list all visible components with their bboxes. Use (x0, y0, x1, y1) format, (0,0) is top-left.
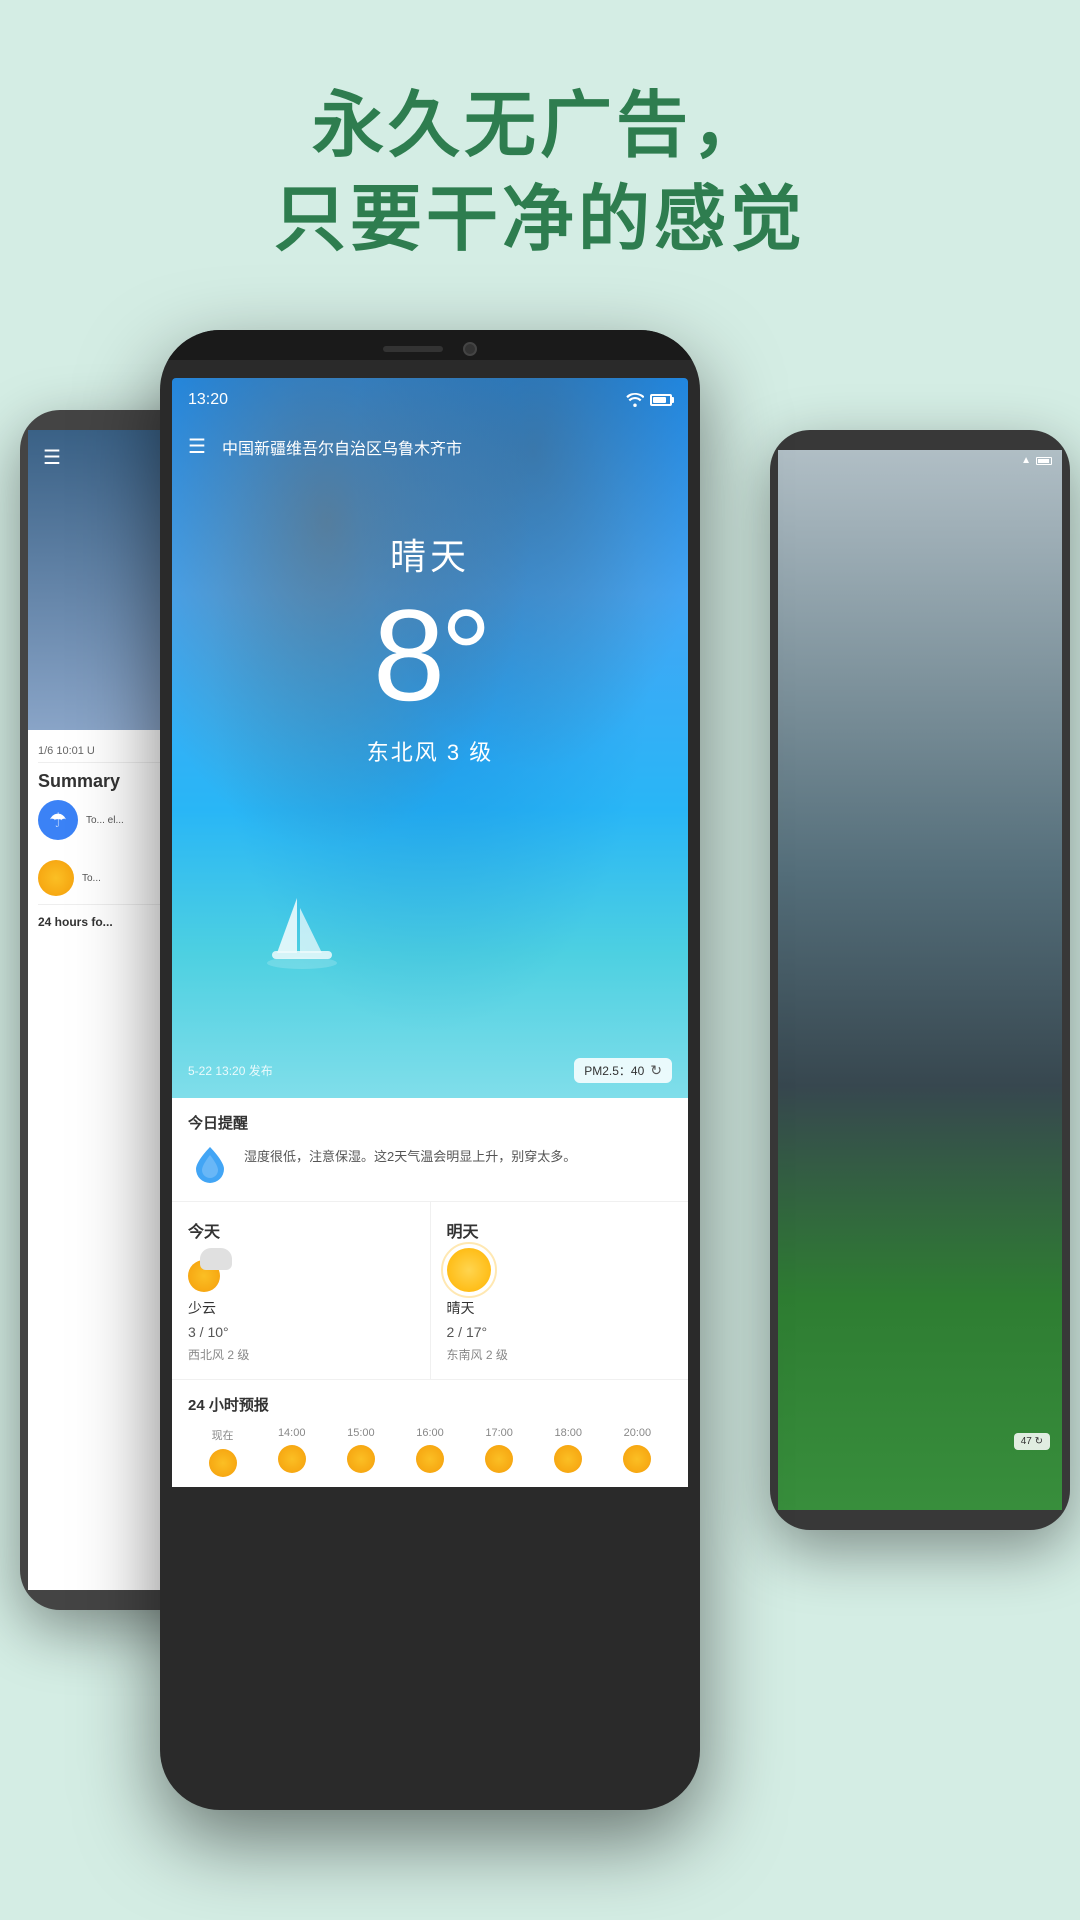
hour-17: 17:00 (465, 1427, 534, 1477)
tomorrow-condition: 晴天 (447, 1298, 475, 1318)
forecast-row: 今天 少云 3 / 10° 西北风 2 级 明天 晴天 (172, 1202, 688, 1380)
hour-icon-now (209, 1449, 237, 1477)
hour-icon-17 (485, 1445, 513, 1473)
publish-time: 5-22 13:20 发布 (188, 1062, 273, 1079)
hours-row: 现在 14:00 15:00 16:00 (188, 1427, 672, 1477)
weather-temperature: 8° (172, 590, 688, 720)
hour-18: 18:00 (534, 1427, 603, 1477)
hour-label-now: 现在 (212, 1427, 234, 1443)
today-condition: 少云 (188, 1298, 216, 1318)
reminder-text: 湿度很低，注意保湿。这2天气温会明显上升，别穿太多。 (244, 1143, 576, 1168)
reminder-title: 今日提醒 (188, 1112, 672, 1133)
phone-top-bar (160, 330, 700, 360)
pm-badge[interactable]: PM2.5：40 ↻ (574, 1058, 672, 1083)
sun-icon-small (38, 860, 74, 896)
hour-14: 14:00 (257, 1427, 326, 1477)
right-battery-icon (1036, 457, 1052, 465)
hero-title: 永久无广告， 只要干净的感觉 (0, 0, 1080, 267)
right-pm-value: 47 (1021, 1436, 1032, 1447)
battery-icon (650, 394, 672, 406)
weather-panel: 今日提醒 湿度很低，注意保湿。这2天气温会明显上升，别穿太多。 今天 (172, 1098, 688, 1487)
hero-line2: 只要干净的感觉 (0, 174, 1080, 268)
right-statusbar: ▲ (788, 455, 1052, 466)
hour-icon-16 (416, 1445, 444, 1473)
phone-right-bg (778, 450, 1062, 1510)
reminder-content: 湿度很低，注意保湿。这2天气温会明显上升，别穿太多。 (188, 1143, 672, 1187)
phone-right-screen: ▲ 47 ↻ (778, 450, 1062, 1510)
hour-icon-20 (623, 1445, 651, 1473)
forecast-today: 今天 少云 3 / 10° 西北风 2 级 (172, 1202, 431, 1379)
hour-label-16: 16:00 (416, 1427, 444, 1439)
hour-label-17: 17:00 (485, 1427, 513, 1439)
hours-forecast: 24 小时预报 现在 14:00 15:00 (172, 1380, 688, 1487)
hour-label-18: 18:00 (555, 1427, 583, 1439)
weather-condition: 晴天 (172, 528, 688, 580)
today-temp: 3 / 10° (188, 1324, 229, 1340)
wifi-icon (626, 393, 644, 407)
tomorrow-label: 明天 (447, 1218, 479, 1242)
pm-value: PM2.5：40 (584, 1062, 644, 1079)
partly-cloudy-icon (188, 1248, 232, 1292)
water-drop-icon (188, 1143, 232, 1187)
hamburger-menu-icon[interactable]: ☰ (188, 437, 206, 457)
speaker (383, 346, 443, 352)
weather-main: 晴天 8° 东北风 3 级 (172, 528, 688, 767)
phones-showcase: ☰ 1/6 1/6 10:01 U Summary ☂ To... el... … (0, 330, 1080, 1920)
weather-bg: 13:20 ☰ (172, 378, 688, 1098)
left-umbrella-text: To... el... (86, 815, 124, 826)
status-icons (626, 393, 672, 407)
right-refresh-icon: ↻ (1035, 1436, 1043, 1447)
hour-now: 现在 (188, 1427, 257, 1477)
weather-footer: 5-22 13:20 发布 PM2.5：40 ↻ (172, 1043, 688, 1098)
hero-line1: 永久无广告， (0, 80, 1080, 174)
refresh-icon: ↻ (650, 1062, 662, 1079)
today-wind: 西北风 2 级 (188, 1346, 249, 1363)
hour-icon-15 (347, 1445, 375, 1473)
hour-label-20: 20:00 (624, 1427, 652, 1439)
today-label: 今天 (188, 1218, 220, 1242)
status-bar: 13:20 (172, 378, 688, 422)
sun-icon-large (447, 1248, 491, 1292)
location-label: 中国新疆维吾尔自治区乌鲁木齐市 (222, 435, 462, 459)
left-menu-icon: ☰ (43, 445, 61, 470)
today-reminder: 今日提醒 湿度很低，注意保湿。这2天气温会明显上升，别穿太多。 (172, 1098, 688, 1202)
hours-title: 24 小时预报 (188, 1394, 672, 1415)
hour-label-14: 14:00 (278, 1427, 306, 1439)
tomorrow-wind: 东南风 2 级 (447, 1346, 508, 1363)
umbrella-icon: ☂ (38, 800, 78, 840)
forecast-tomorrow: 明天 晴天 2 / 17° 东南风 2 级 (431, 1202, 689, 1379)
hour-label-15: 15:00 (347, 1427, 375, 1439)
right-pm-badge: 47 ↻ (1014, 1433, 1050, 1450)
nav-bar: ☰ 中国新疆维吾尔自治区乌鲁木齐市 (172, 422, 688, 472)
weather-wind: 东北风 3 级 (172, 735, 688, 767)
hour-16: 16:00 (395, 1427, 464, 1477)
hour-15: 15:00 (326, 1427, 395, 1477)
hour-icon-14 (278, 1445, 306, 1473)
battery-container (650, 394, 672, 406)
hour-20: 20:00 (603, 1427, 672, 1477)
left-today-text: To... (82, 873, 101, 884)
phone-center-screen: 13:20 ☰ (172, 378, 688, 1760)
right-wifi-icon: ▲ (1021, 455, 1031, 466)
sailboat-illustration (262, 888, 342, 978)
hour-icon-18 (554, 1445, 582, 1473)
phone-right: ▲ 47 ↻ (770, 430, 1070, 1530)
status-time: 13:20 (188, 391, 228, 409)
tomorrow-temp: 2 / 17° (447, 1324, 488, 1340)
phone-center: 13:20 ☰ (160, 330, 700, 1810)
front-camera (463, 342, 477, 356)
